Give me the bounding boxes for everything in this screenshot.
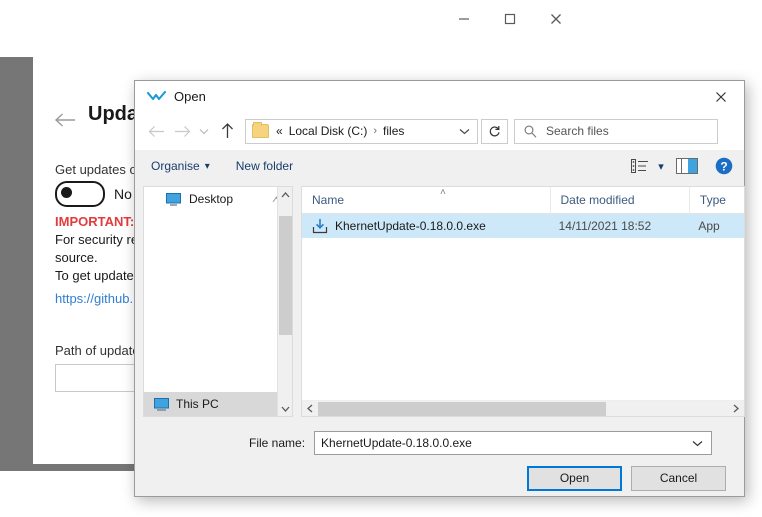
notice-line-2: source.: [55, 249, 138, 267]
dialog-toolbar: Organise ▾ New folder ▾: [135, 150, 744, 182]
updates-label: Get updates o: [55, 162, 137, 177]
refresh-icon[interactable]: [481, 119, 508, 144]
dialog-title: Open: [174, 89, 206, 104]
arrow-left-icon[interactable]: [143, 116, 169, 146]
navigation-pane: Desktop This PC: [143, 186, 293, 417]
updates-toggle[interactable]: [55, 181, 105, 207]
chevron-down-icon[interactable]: [195, 116, 213, 146]
file-name-value: KhernetUpdate-0.18.0.0.exe: [321, 436, 472, 450]
cancel-button[interactable]: Cancel: [631, 466, 726, 491]
maximize-icon[interactable]: [487, 0, 533, 37]
help-icon[interactable]: ?: [704, 155, 744, 177]
chevron-down-icon[interactable]: [278, 401, 292, 416]
minimize-icon[interactable]: [441, 0, 487, 37]
breadcrumb-separator: ›: [373, 125, 377, 137]
back-arrow-icon[interactable]: [50, 105, 80, 135]
column-header-name[interactable]: Name ˄: [302, 187, 550, 214]
chevron-down-icon[interactable]: [692, 434, 703, 452]
file-list-header: Name ˄ Date modified Type: [302, 187, 744, 214]
folder-icon: [252, 124, 269, 138]
search-icon: [524, 125, 537, 138]
background-window-titlebar: [0, 37, 579, 57]
open-file-dialog: Open « Local Disk (C:): [134, 80, 745, 497]
notice-line-1: For security re: [55, 231, 138, 249]
file-list-horizontal-scrollbar[interactable]: [302, 400, 744, 416]
column-header-date-modified[interactable]: Date modified: [550, 187, 689, 214]
nav-item-desktop[interactable]: Desktop: [144, 187, 292, 211]
organise-label: Organise: [151, 159, 200, 173]
updates-toggle-row[interactable]: No: [55, 181, 132, 207]
toggle-state-label: No: [114, 186, 132, 202]
new-folder-button[interactable]: New folder: [236, 159, 293, 173]
nav-item-label: Desktop: [189, 192, 233, 206]
search-input[interactable]: Search files: [514, 119, 718, 144]
navpane-scrollbar[interactable]: [277, 187, 292, 416]
file-list[interactable]: Name ˄ Date modified Type: [301, 186, 745, 417]
view-list-icon[interactable]: [628, 156, 652, 176]
important-notice: IMPORTANT: For security re source. To ge…: [55, 213, 138, 285]
breadcrumb: « Local Disk (C:) › files: [276, 124, 404, 138]
sort-ascending-icon: ˄: [430, 187, 446, 198]
important-heading: IMPORTANT:: [55, 213, 138, 231]
notice-line-3: To get update: [55, 267, 138, 285]
nav-item-label: This PC: [176, 397, 219, 411]
installer-file-icon: [312, 218, 328, 234]
search-placeholder: Search files: [546, 124, 609, 138]
scrollbar-thumb[interactable]: [279, 216, 292, 335]
close-icon[interactable]: [698, 81, 744, 112]
scrollbar-thumb[interactable]: [318, 402, 606, 416]
arrow-right-icon[interactable]: [169, 116, 195, 146]
toggle-knob: [61, 187, 72, 198]
arrow-up-icon[interactable]: [213, 116, 241, 146]
file-date-cell: 14/11/2021 18:52: [549, 219, 689, 233]
github-link[interactable]: https://github.: [55, 291, 133, 306]
address-bar[interactable]: « Local Disk (C:) › files: [245, 119, 478, 144]
svg-text:?: ?: [720, 159, 727, 173]
chevron-up-icon[interactable]: [278, 187, 292, 202]
chevron-down-icon[interactable]: [459, 122, 470, 140]
chevron-left-icon[interactable]: [302, 401, 318, 417]
table-row[interactable]: KhernetUpdate-0.18.0.0.exe 14/11/2021 18…: [302, 214, 744, 238]
column-label: Type: [690, 193, 726, 207]
nav-item-this-pc[interactable]: This PC: [144, 392, 292, 416]
open-button[interactable]: Open: [527, 466, 622, 491]
file-name-row: File name: KhernetUpdate-0.18.0.0.exe: [135, 429, 744, 457]
column-label: Date modified: [551, 193, 635, 207]
app-logo-icon: [147, 88, 167, 106]
dialog-navigation-bar: « Local Disk (C:) › files: [135, 112, 744, 150]
new-folder-label: New folder: [236, 159, 293, 173]
column-label: Name: [302, 193, 344, 207]
dialog-titlebar: Open: [135, 81, 744, 112]
desktop-icon: [166, 192, 182, 206]
file-name-cell: KhernetUpdate-0.18.0.0.exe: [302, 218, 549, 234]
file-name-input[interactable]: KhernetUpdate-0.18.0.0.exe: [314, 431, 712, 455]
this-pc-icon: [154, 398, 169, 411]
column-header-type[interactable]: Type: [689, 187, 744, 214]
preview-pane-icon[interactable]: [670, 155, 704, 177]
chevron-right-icon[interactable]: [728, 401, 744, 417]
file-name-label: File name:: [249, 436, 305, 450]
breadcrumb-item-1[interactable]: files: [383, 124, 404, 138]
organise-button[interactable]: Organise ▾: [151, 159, 210, 173]
view-options-caret-icon[interactable]: ▾: [652, 156, 670, 176]
breadcrumb-prefix: «: [276, 124, 283, 138]
file-name-text: KhernetUpdate-0.18.0.0.exe: [335, 219, 486, 233]
path-of-update-label: Path of update: [55, 343, 140, 358]
background-window-controls: [441, 0, 579, 37]
toolbar-right-group: ▾ ?: [628, 155, 744, 177]
breadcrumb-item-0[interactable]: Local Disk (C:): [289, 124, 368, 138]
dialog-button-row: Open Cancel: [135, 463, 744, 493]
screen-root: Updat Get updates o No IMPORTANT: For se…: [0, 0, 762, 517]
chevron-down-icon: ▾: [205, 161, 210, 172]
file-type-cell: App: [688, 219, 744, 233]
close-icon[interactable]: [533, 0, 579, 37]
